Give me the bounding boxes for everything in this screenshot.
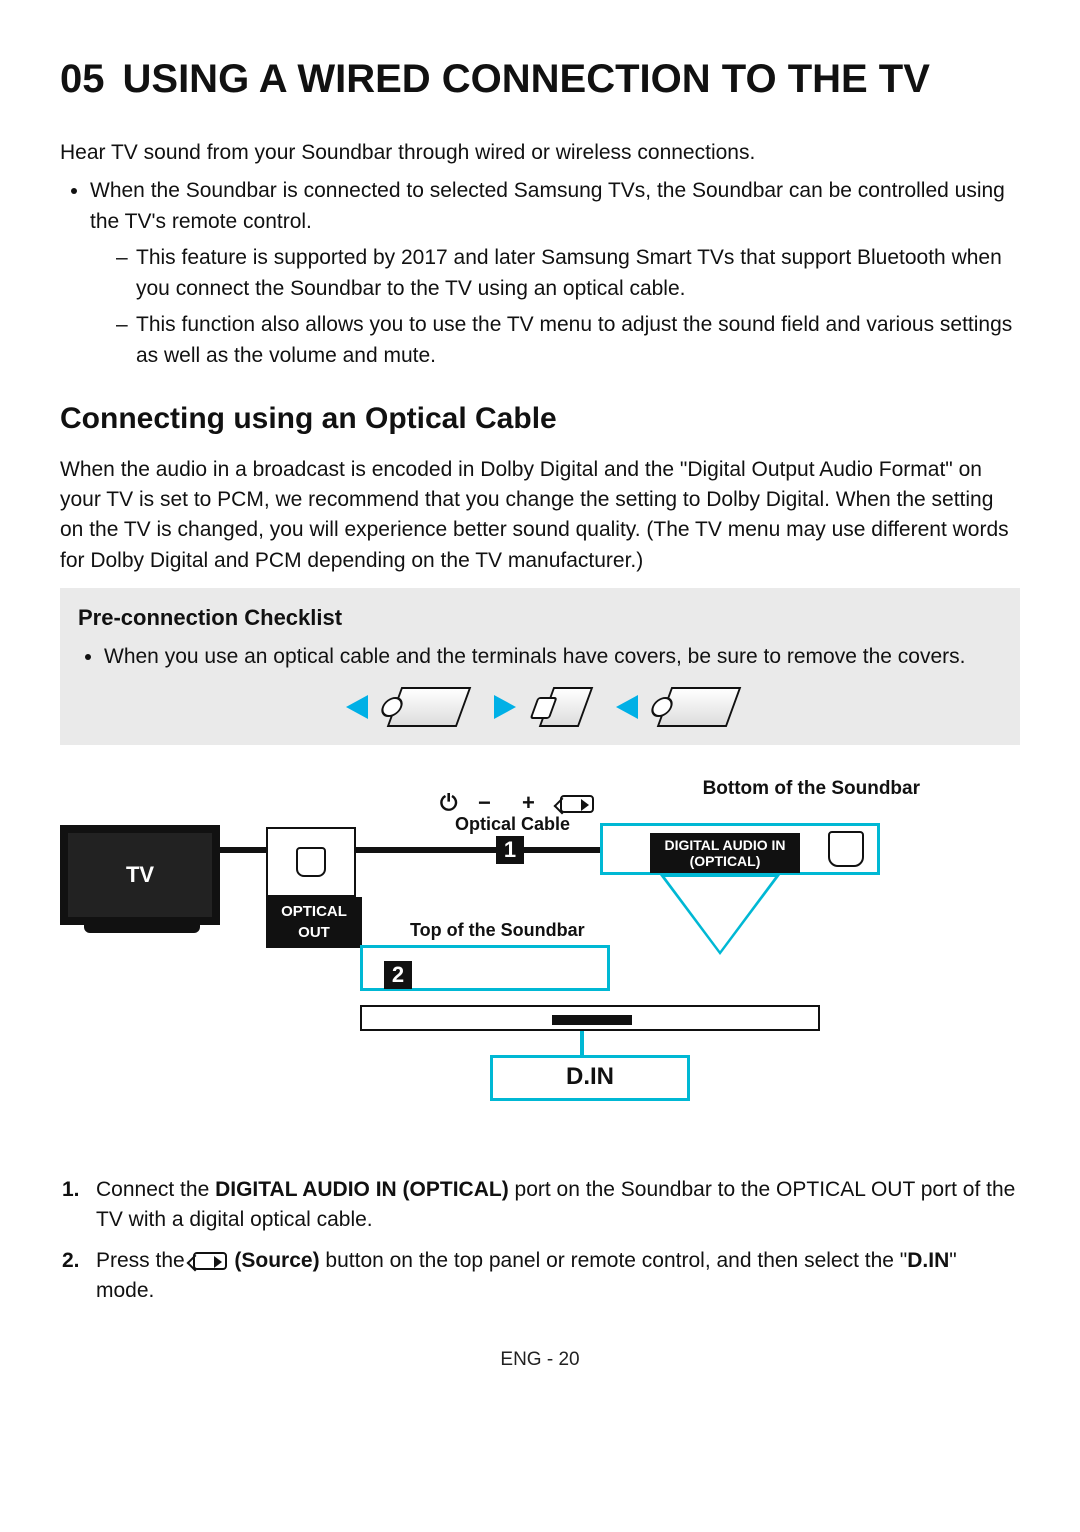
optical-intro-paragraph: When the audio in a broadcast is encoded… xyxy=(60,455,1020,577)
cable-cover-diagram xyxy=(78,687,1002,727)
label-top-soundbar: Top of the Soundbar xyxy=(410,917,585,943)
arrow-left-icon xyxy=(616,695,638,719)
top-bullet-text: When the Soundbar is connected to select… xyxy=(90,179,1005,232)
callout-pointer-icon xyxy=(660,875,780,955)
label-bottom-soundbar: Bottom of the Soundbar xyxy=(703,775,920,803)
section-number: 05 xyxy=(60,57,105,101)
dash-item: This feature is supported by 2017 and la… xyxy=(116,243,1020,304)
tv-icon: TV xyxy=(60,825,220,925)
step-number: 1. xyxy=(62,1175,80,1205)
top-bullet-list: When the Soundbar is connected to select… xyxy=(60,176,1020,371)
page-footer: ENG - 20 xyxy=(60,1346,1020,1374)
tv-optical-out-port-icon xyxy=(266,827,356,897)
arrow-left-icon xyxy=(346,695,368,719)
step-text: Connect the xyxy=(96,1178,215,1201)
din-callout-connector xyxy=(580,1031,584,1055)
checklist-title: Pre-connection Checklist xyxy=(78,602,1002,634)
volume-down-icon: − xyxy=(478,787,491,819)
numbered-steps: 1. Connect the DIGITAL AUDIO IN (OPTICAL… xyxy=(60,1175,1020,1307)
optical-port-icon xyxy=(828,831,864,867)
tv-stand-icon xyxy=(84,925,200,933)
step-badge-2: 2 xyxy=(384,961,412,989)
intro-paragraph: Hear TV sound from your Soundbar through… xyxy=(60,138,1020,168)
source-icon xyxy=(193,1252,227,1270)
checklist-item: When you use an optical cable and the te… xyxy=(104,642,1002,672)
step-bold: (Source) xyxy=(234,1249,319,1272)
connection-diagram: Bottom of the Soundbar Optical Cable Top… xyxy=(60,775,1020,1155)
checklist-box: Pre-connection Checklist When you use an… xyxy=(60,588,1020,744)
tv-label: TV xyxy=(126,859,154,891)
din-mode-display: D.IN xyxy=(490,1055,690,1101)
arrow-right-icon xyxy=(494,695,516,719)
subheading-optical: Connecting using an Optical Cable xyxy=(60,397,1020,441)
din-mode-text: D.IN xyxy=(566,1060,614,1095)
step-number: 2. xyxy=(62,1246,80,1276)
optical-out-label: OPTICAL OUT xyxy=(266,897,362,949)
step-text: button on the top panel or remote contro… xyxy=(320,1249,908,1272)
power-icon: ⏻ xyxy=(440,787,457,819)
soundbar-control-panel xyxy=(360,945,720,1005)
dash-list: This feature is supported by 2017 and la… xyxy=(90,243,1020,371)
step-text: Press the xyxy=(96,1249,191,1272)
step-item: 2. Press the (Source) button on the top … xyxy=(90,1246,1020,1307)
plug-with-cap-icon xyxy=(387,687,472,727)
section-title-text: USING A WIRED CONNECTION TO THE TV xyxy=(123,57,930,101)
plug-with-cap-icon xyxy=(657,687,742,727)
din-port-line1: DIGITAL AUDIO IN xyxy=(664,837,785,853)
source-icon xyxy=(558,787,596,819)
step-bold: D.IN xyxy=(907,1249,949,1272)
step-badge-1: 1 xyxy=(496,836,524,864)
top-bullet: When the Soundbar is connected to select… xyxy=(90,176,1020,371)
step-bold: DIGITAL AUDIO IN (OPTICAL) xyxy=(215,1178,509,1201)
digital-audio-in-label: DIGITAL AUDIO IN (OPTICAL) xyxy=(650,833,800,873)
volume-up-icon: + xyxy=(522,787,535,819)
section-heading: 05 USING A WIRED CONNECTION TO THE TV xyxy=(60,50,1020,108)
step-item: 1. Connect the DIGITAL AUDIO IN (OPTICAL… xyxy=(90,1175,1020,1236)
soundbar-body-icon xyxy=(360,1005,820,1031)
checklist-list: When you use an optical cable and the te… xyxy=(78,642,1002,672)
plug-open-icon xyxy=(539,687,594,727)
din-port-line2: (OPTICAL) xyxy=(690,853,761,869)
dash-item: This function also allows you to use the… xyxy=(116,310,1020,371)
